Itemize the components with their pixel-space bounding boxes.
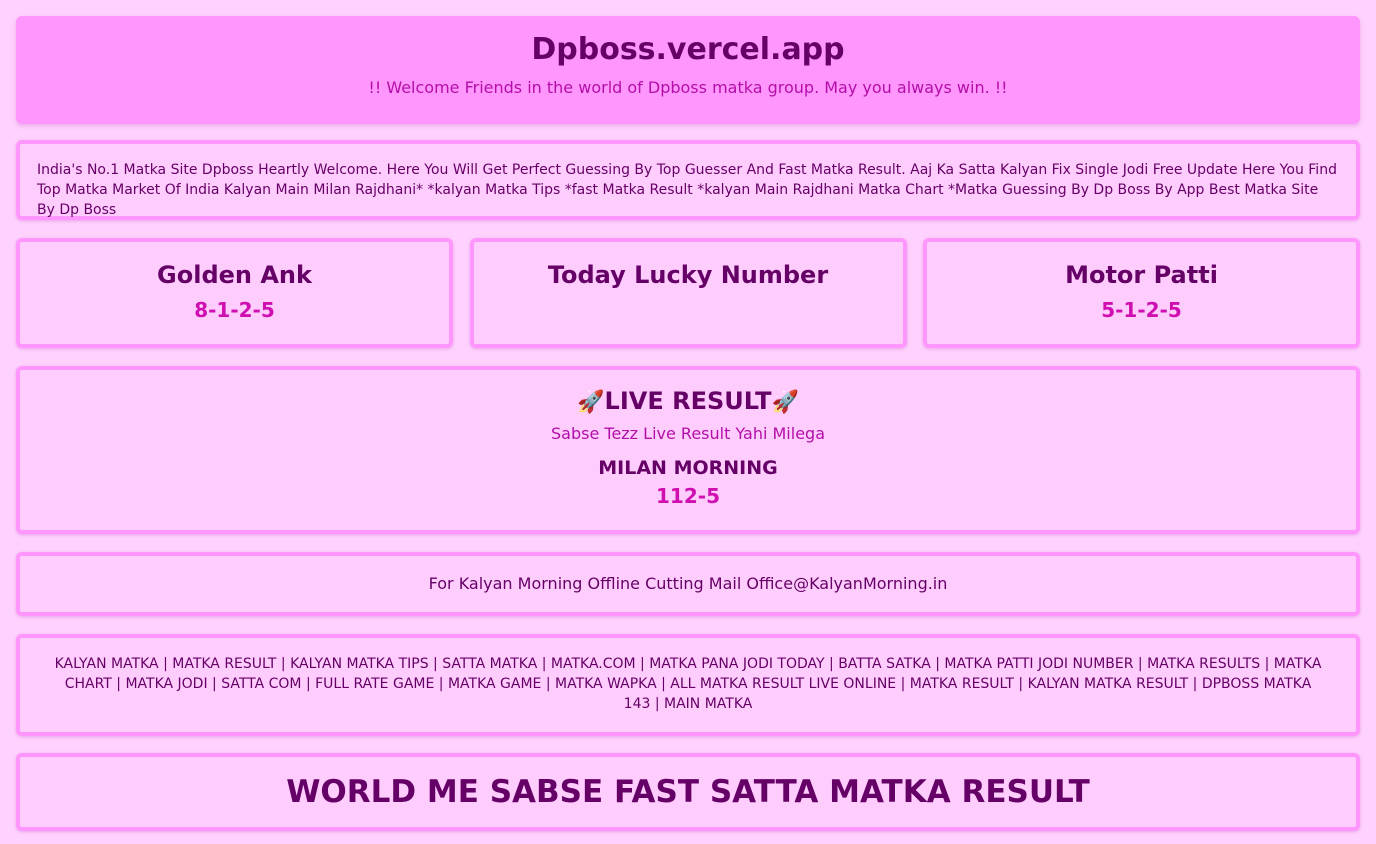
motor-patti-value: 5-1-2-5 <box>1101 298 1182 322</box>
rocket-icon: 🚀 <box>771 390 799 415</box>
motor-patti-title: Motor Patti <box>1065 261 1218 289</box>
site-title: Dpboss.vercel.app <box>531 32 845 67</box>
keywords-section: KALYAN MATKA | MATKA RESULT | KALYAN MAT… <box>16 634 1360 736</box>
market-result: 112-5 <box>656 484 720 508</box>
golden-ank-card: Golden Ank 8-1-2-5 <box>16 238 453 348</box>
lucky-cards: Golden Ank 8-1-2-5 Today Lucky Number Mo… <box>16 238 1360 348</box>
live-result-heading: 🚀LIVE RESULT🚀 <box>20 386 1356 418</box>
offline-cutting-section: For Kalyan Morning Offline Cutting Mail … <box>16 552 1360 616</box>
keywords-text: KALYAN MATKA | MATKA RESULT | KALYAN MAT… <box>54 656 1322 712</box>
fast-result-banner: WORLD ME SABSE FAST SATTA MATKA RESULT <box>16 753 1360 831</box>
golden-ank-title: Golden Ank <box>157 261 312 289</box>
rocket-icon: 🚀 <box>577 390 605 415</box>
fast-result-text: WORLD ME SABSE FAST SATTA MATKA RESULT <box>286 774 1090 810</box>
site-header: Dpboss.vercel.app !! Welcome Friends in … <box>16 16 1360 124</box>
intro-text: India's No.1 Matka Site Dpboss Heartly W… <box>37 162 1337 218</box>
live-result-section: 🚀LIVE RESULT🚀 Sabse Tezz Live Result Yah… <box>16 366 1360 534</box>
live-result-subtitle: Sabse Tezz Live Result Yahi Milega <box>551 424 825 443</box>
market-name: MILAN MORNING <box>598 457 778 479</box>
page: Dpboss.vercel.app !! Welcome Friends in … <box>0 0 1376 831</box>
welcome-message: !! Welcome Friends in the world of Dpbos… <box>368 78 1008 97</box>
motor-patti-card: Motor Patti 5-1-2-5 <box>923 238 1360 348</box>
live-result-title: LIVE RESULT <box>604 387 772 415</box>
lucky-number-card: Today Lucky Number <box>469 238 907 348</box>
intro-section: India's No.1 Matka Site Dpboss Heartly W… <box>16 140 1360 220</box>
golden-ank-value: 8-1-2-5 <box>194 298 275 322</box>
offline-cutting-text: For Kalyan Morning Offline Cutting Mail … <box>428 574 948 593</box>
lucky-number-title: Today Lucky Number <box>547 261 829 289</box>
